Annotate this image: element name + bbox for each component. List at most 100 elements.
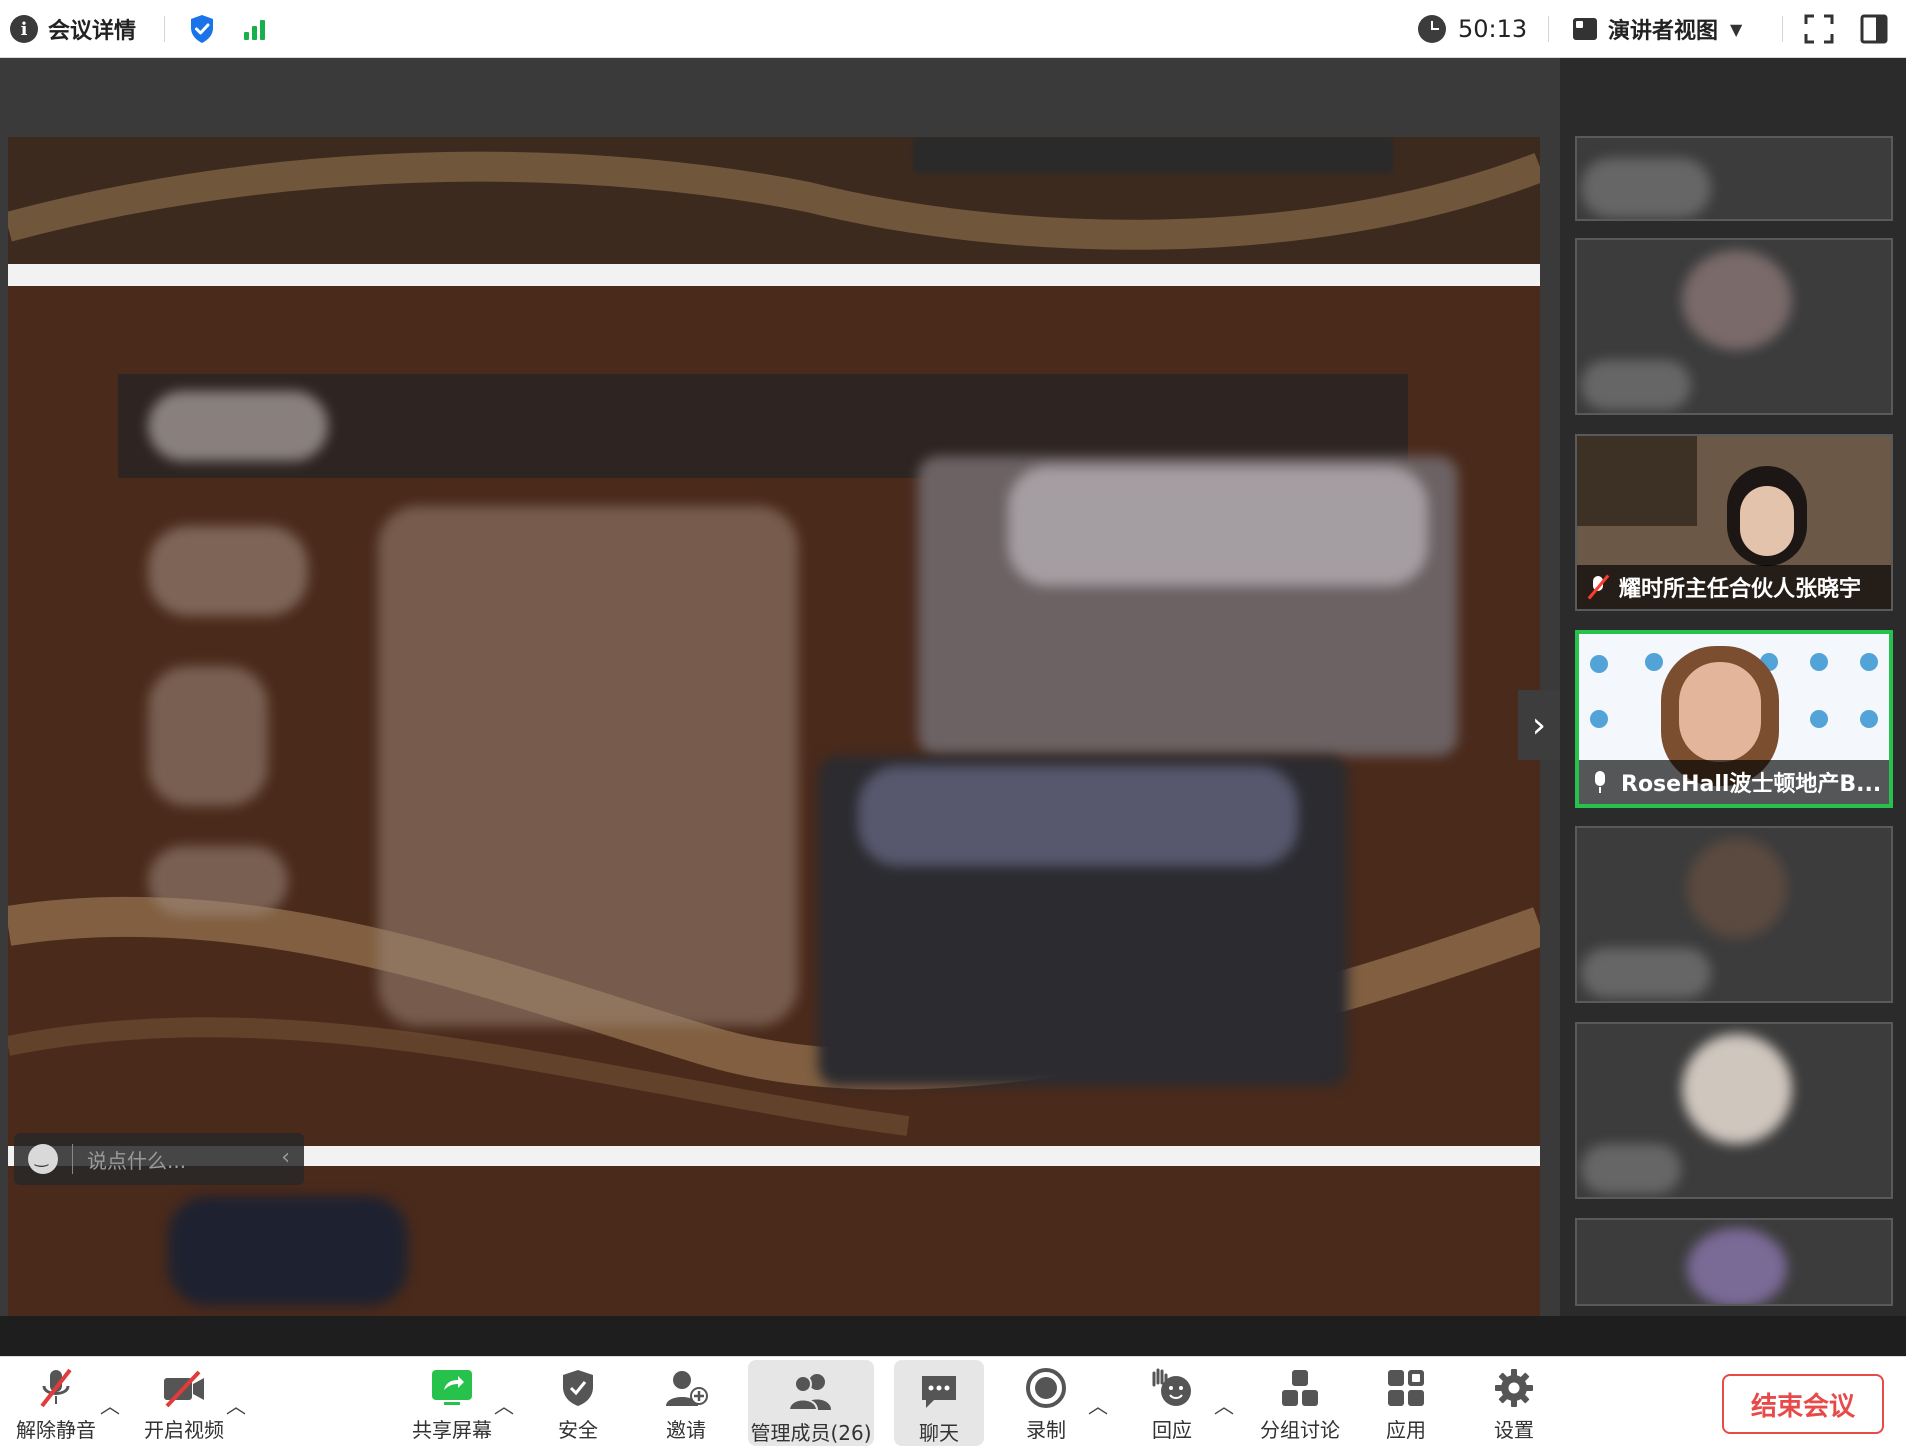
participant-name-bar: RoseHall波士顿地产B...: [1579, 760, 1889, 804]
redacted-text: [148, 666, 268, 806]
redacted-content: [168, 1196, 408, 1306]
redacted-text: [148, 526, 308, 616]
participant-tile[interactable]: [1575, 238, 1893, 415]
settings-label: 设置: [1494, 1418, 1534, 1442]
expand-gallery-button[interactable]: ›: [1518, 690, 1560, 760]
participants-button[interactable]: 管理成员(26): [748, 1360, 874, 1446]
start-video-label: 开启视频: [144, 1418, 224, 1442]
reactions-button[interactable]: 回应: [1134, 1356, 1210, 1448]
mic-icon: [1587, 769, 1613, 795]
participant-tile[interactable]: 耀时所主任合伙人张晓宇: [1575, 434, 1893, 611]
redacted-title: [148, 391, 328, 461]
network-status-button[interactable]: [244, 0, 265, 58]
breakout-rooms-icon: [1276, 1366, 1324, 1410]
meeting-details-label: 会议详情: [48, 19, 137, 44]
redacted-avatar: [1687, 838, 1787, 938]
redacted-name: [1581, 1144, 1681, 1194]
add-user-icon: [662, 1366, 710, 1410]
shared-slide-previous: [8, 137, 1540, 264]
record-button[interactable]: 录制: [1008, 1356, 1084, 1448]
info-icon: i: [10, 15, 38, 43]
chevron-down-icon: ▼: [1730, 19, 1743, 39]
divider: [72, 1144, 73, 1174]
slide-gap: [8, 264, 1540, 286]
chat-button[interactable]: 聊天: [894, 1360, 984, 1446]
unmute-label: 解除静音: [16, 1418, 96, 1442]
audio-options-caret[interactable]: ︿: [100, 1390, 120, 1419]
participants-icon: [787, 1370, 835, 1413]
share-screen-icon: [428, 1366, 476, 1410]
chevron-left-icon[interactable]: ‹: [281, 1145, 290, 1170]
security-button[interactable]: 安全: [540, 1356, 616, 1448]
participant-tile[interactable]: [1575, 1022, 1893, 1199]
apps-button[interactable]: 应用: [1368, 1356, 1444, 1448]
clock-icon: [1418, 15, 1446, 43]
unmute-button[interactable]: 解除静音: [10, 1356, 102, 1448]
redacted-text: [378, 506, 798, 1026]
emoji-icon[interactable]: [28, 1144, 58, 1174]
record-icon: [1022, 1366, 1070, 1410]
video-options-caret[interactable]: ︿: [226, 1390, 246, 1419]
participant-name-bar: 耀时所主任合伙人张晓宇: [1577, 565, 1891, 609]
meeting-timer: 50:13: [1418, 0, 1527, 58]
shield-icon: [554, 1366, 602, 1410]
reactions-label: 回应: [1152, 1418, 1192, 1442]
breakout-rooms-button[interactable]: 分组讨论: [1252, 1356, 1348, 1448]
participant-tile-active-speaker[interactable]: RoseHall波士顿地产B...: [1575, 630, 1893, 808]
view-mode-label: 演讲者视图: [1608, 19, 1719, 44]
signal-bars-icon: [244, 18, 265, 40]
redacted-avatar: [1682, 1034, 1792, 1144]
redacted-name: [1581, 948, 1711, 998]
share-options-caret[interactable]: ︿: [494, 1390, 514, 1419]
redacted-name: [1581, 360, 1691, 410]
chat-placeholder: 说点什么...: [87, 1148, 187, 1173]
shared-slide-current: [8, 286, 1540, 1146]
photo-placeholder: [913, 137, 1393, 173]
video-person-face: [1740, 486, 1794, 556]
participant-tile[interactable]: [1575, 136, 1893, 221]
fullscreen-icon: [1804, 14, 1834, 44]
start-video-button[interactable]: 开启视频: [136, 1356, 232, 1448]
meeting-details-button[interactable]: i 会议详情: [10, 0, 136, 58]
participant-name: RoseHall波士顿地产B...: [1621, 772, 1882, 797]
mic-muted-icon: [32, 1366, 80, 1410]
gear-icon: [1490, 1366, 1538, 1410]
share-screen-label: 共享屏幕: [412, 1418, 492, 1442]
invite-button[interactable]: 邀请: [648, 1356, 724, 1448]
redacted-avatar: [1687, 1228, 1787, 1304]
reaction-emoji-icon: [1148, 1366, 1196, 1410]
settings-button[interactable]: 设置: [1476, 1356, 1552, 1448]
record-options-caret[interactable]: ︿: [1088, 1390, 1108, 1419]
redacted-name: [1581, 158, 1711, 218]
end-meeting-button[interactable]: 结束会议: [1722, 1374, 1884, 1434]
view-mode-dropdown[interactable]: 演讲者视图 ▼: [1572, 0, 1742, 58]
top-bar: i 会议详情 50:13 演讲者视图 ▼: [0, 0, 1906, 58]
redacted-text: [148, 846, 288, 916]
record-label: 录制: [1026, 1418, 1066, 1442]
redacted-photo-highlight: [1008, 466, 1428, 586]
participant-tile[interactable]: [1575, 1218, 1893, 1306]
participants-label: 管理成员(26): [750, 1421, 872, 1445]
participant-name: 耀时所主任合伙人张晓宇: [1619, 577, 1862, 602]
redacted-photo-highlight: [858, 766, 1298, 866]
divider: [1548, 16, 1549, 42]
participant-tile[interactable]: [1575, 826, 1893, 1003]
encryption-shield-button[interactable]: [189, 0, 215, 58]
breakout-rooms-label: 分组讨论: [1260, 1418, 1340, 1442]
chat-input-bar[interactable]: 说点什么... ‹: [14, 1133, 304, 1185]
video-person-face: [1679, 662, 1761, 762]
apps-label: 应用: [1386, 1418, 1426, 1442]
shared-slide-next: [8, 1166, 1540, 1316]
toggle-sidebar-button[interactable]: [1860, 0, 1888, 58]
chat-bubble-icon: [915, 1370, 963, 1413]
fullscreen-button[interactable]: [1804, 0, 1834, 58]
apps-grid-icon: [1382, 1366, 1430, 1410]
security-label: 安全: [558, 1418, 598, 1442]
chat-label: 聊天: [919, 1421, 959, 1445]
divider: [164, 16, 165, 42]
video-off-icon: [160, 1366, 208, 1410]
divider: [1782, 16, 1783, 42]
reactions-options-caret[interactable]: ︿: [1214, 1390, 1234, 1419]
speaker-view-icon: [1573, 18, 1597, 40]
share-screen-button[interactable]: 共享屏幕: [404, 1356, 500, 1448]
